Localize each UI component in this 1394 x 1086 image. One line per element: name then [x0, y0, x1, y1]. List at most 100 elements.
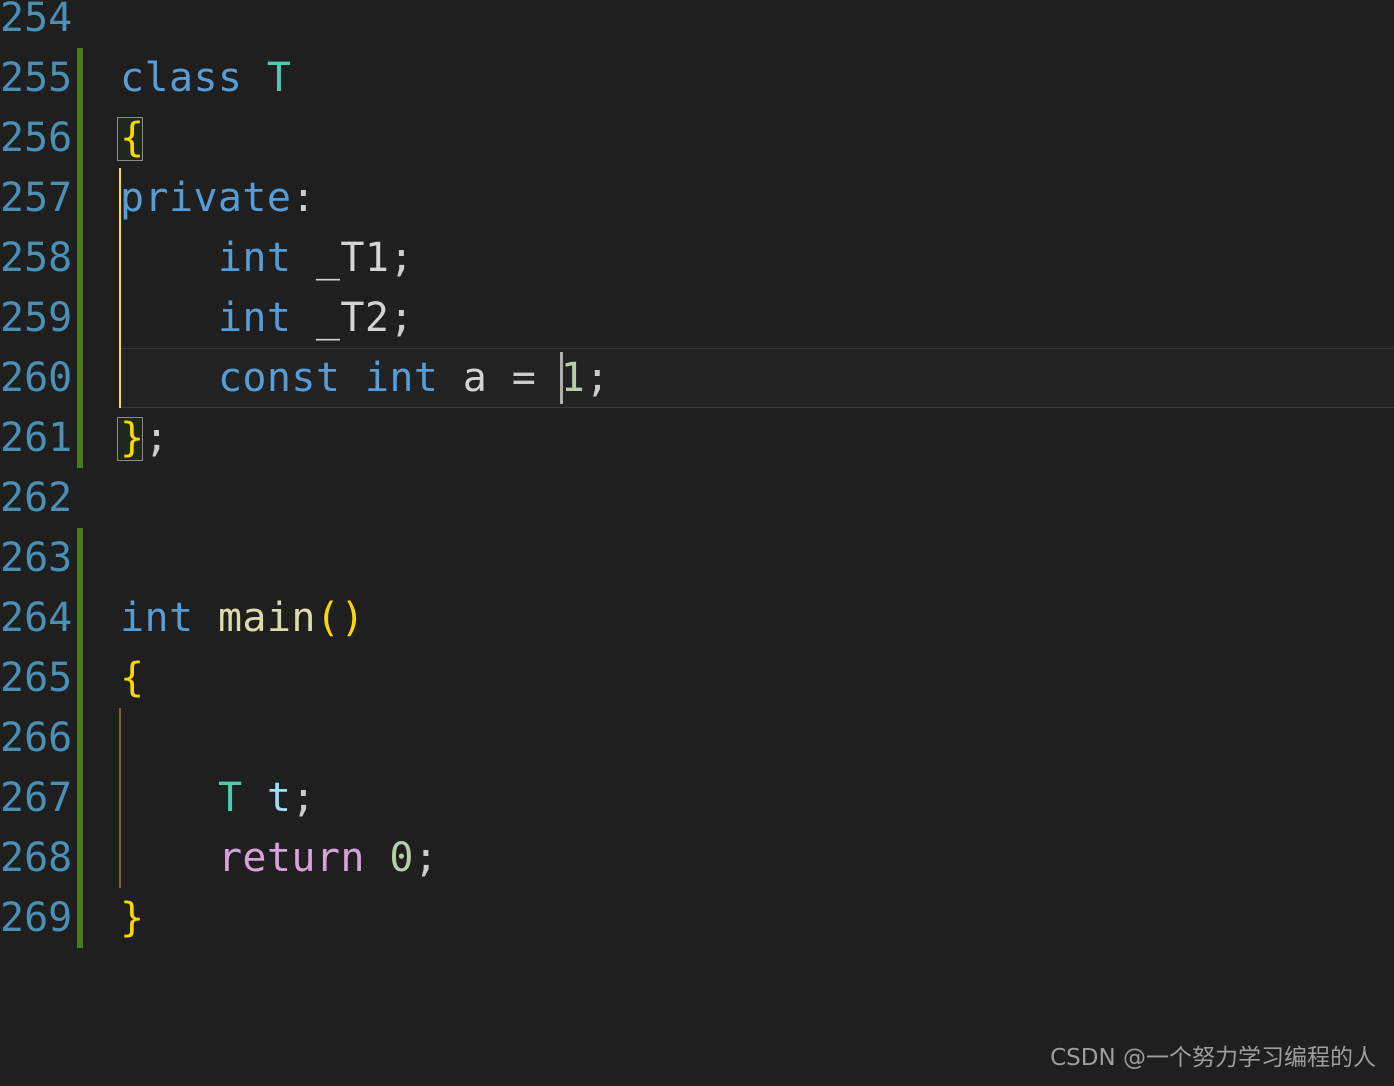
code-token: class: [120, 55, 267, 101]
code-token: :: [291, 175, 316, 221]
line-number[interactable]: 258: [0, 228, 72, 288]
code-token: _T1: [315, 235, 390, 281]
line-number[interactable]: 260: [0, 348, 72, 408]
line-number[interactable]: 255: [0, 48, 72, 108]
line-number[interactable]: 263: [0, 528, 72, 588]
code-token: 1: [560, 355, 586, 401]
code-line[interactable]: 257 private:: [0, 168, 1394, 228]
code-token: int: [217, 295, 292, 341]
code-token: private: [120, 175, 292, 221]
code-text[interactable]: int main(): [120, 588, 365, 648]
code-line[interactable]: 260 const int a = 1;: [0, 348, 1394, 408]
code-token: {: [120, 115, 145, 161]
git-change-bar[interactable]: [77, 888, 83, 948]
git-change-bar[interactable]: [77, 648, 83, 708]
git-change-bar[interactable]: [77, 708, 83, 768]
csdn-watermark: CSDN @一个努力学习编程的人: [1050, 1045, 1376, 1071]
code-line[interactable]: 258 int _T1;: [0, 228, 1394, 288]
code-text[interactable]: int _T1;: [120, 228, 414, 288]
code-token: ;: [144, 415, 169, 461]
git-change-bar[interactable]: [77, 768, 83, 828]
code-line[interactable]: 269}: [0, 888, 1394, 948]
code-text[interactable]: const int a = 1;: [120, 348, 610, 408]
git-change-bar[interactable]: [77, 288, 83, 348]
code-line[interactable]: 259 int _T2;: [0, 288, 1394, 348]
code-editor[interactable]: 254 255 class T 256{257 private: 258 int _T1;…: [0, 0, 1394, 1086]
git-change-bar[interactable]: [77, 408, 83, 468]
code-text[interactable]: int _T2;: [120, 288, 414, 348]
line-number[interactable]: 261: [0, 408, 72, 468]
code-line[interactable]: 262: [0, 468, 1394, 528]
code-token: int: [364, 355, 439, 401]
text-cursor: [560, 352, 563, 404]
line-number[interactable]: 269: [0, 888, 72, 948]
code-line[interactable]: 267 T t;: [0, 768, 1394, 828]
code-token: a: [462, 355, 488, 401]
code-token: main: [217, 595, 316, 641]
git-change-bar[interactable]: [77, 348, 83, 408]
git-change-bar[interactable]: [77, 588, 83, 648]
git-change-bar[interactable]: [77, 528, 83, 588]
code-line[interactable]: 264 int main(): [0, 588, 1394, 648]
code-text[interactable]: };: [120, 408, 169, 468]
code-text[interactable]: return 0;: [120, 828, 438, 888]
code-text[interactable]: }: [120, 888, 144, 948]
line-number[interactable]: 259: [0, 288, 72, 348]
indent-guide: [119, 708, 121, 768]
code-token: T: [217, 775, 243, 821]
line-number[interactable]: 268: [0, 828, 72, 888]
line-number[interactable]: 262: [0, 468, 72, 528]
code-text[interactable]: {: [120, 648, 144, 708]
code-line[interactable]: 261};: [0, 408, 1394, 468]
code-token: T: [266, 55, 292, 101]
code-line[interactable]: 255 class T: [0, 48, 1394, 108]
code-token: ;: [389, 235, 414, 281]
code-token: {: [120, 655, 145, 701]
code-line[interactable]: 266: [0, 708, 1394, 768]
code-token: int: [217, 235, 292, 281]
code-token: 0: [389, 835, 414, 881]
code-line[interactable]: 268 return 0;: [0, 828, 1394, 888]
line-number[interactable]: 265: [0, 648, 72, 708]
line-number[interactable]: 256: [0, 108, 72, 168]
code-token: (): [315, 595, 365, 641]
code-token: return: [217, 835, 365, 881]
line-number[interactable]: 257: [0, 168, 72, 228]
line-number[interactable]: 254: [0, 0, 72, 48]
code-line[interactable]: 254: [0, 0, 1394, 48]
code-line[interactable]: 256 {: [0, 108, 1394, 168]
git-change-bar[interactable]: [77, 108, 83, 168]
code-token: ;: [585, 355, 610, 401]
line-number[interactable]: 267: [0, 768, 72, 828]
code-token: ;: [389, 295, 414, 341]
code-token: ;: [291, 775, 316, 821]
code-text[interactable]: T t;: [120, 768, 316, 828]
code-token: _T2: [315, 295, 390, 341]
git-change-bar[interactable]: [77, 168, 83, 228]
code-text[interactable]: {: [120, 108, 144, 168]
code-token: ;: [413, 835, 439, 881]
code-line[interactable]: 263: [0, 528, 1394, 588]
git-change-bar[interactable]: [77, 228, 83, 288]
code-text[interactable]: private:: [120, 168, 316, 228]
code-token: t: [266, 775, 292, 821]
line-number[interactable]: 266: [0, 708, 72, 768]
line-number[interactable]: 264: [0, 588, 72, 648]
code-line[interactable]: 265 {: [0, 648, 1394, 708]
git-change-bar[interactable]: [77, 48, 83, 108]
git-change-bar[interactable]: [77, 828, 83, 888]
code-text[interactable]: class T: [120, 48, 291, 108]
